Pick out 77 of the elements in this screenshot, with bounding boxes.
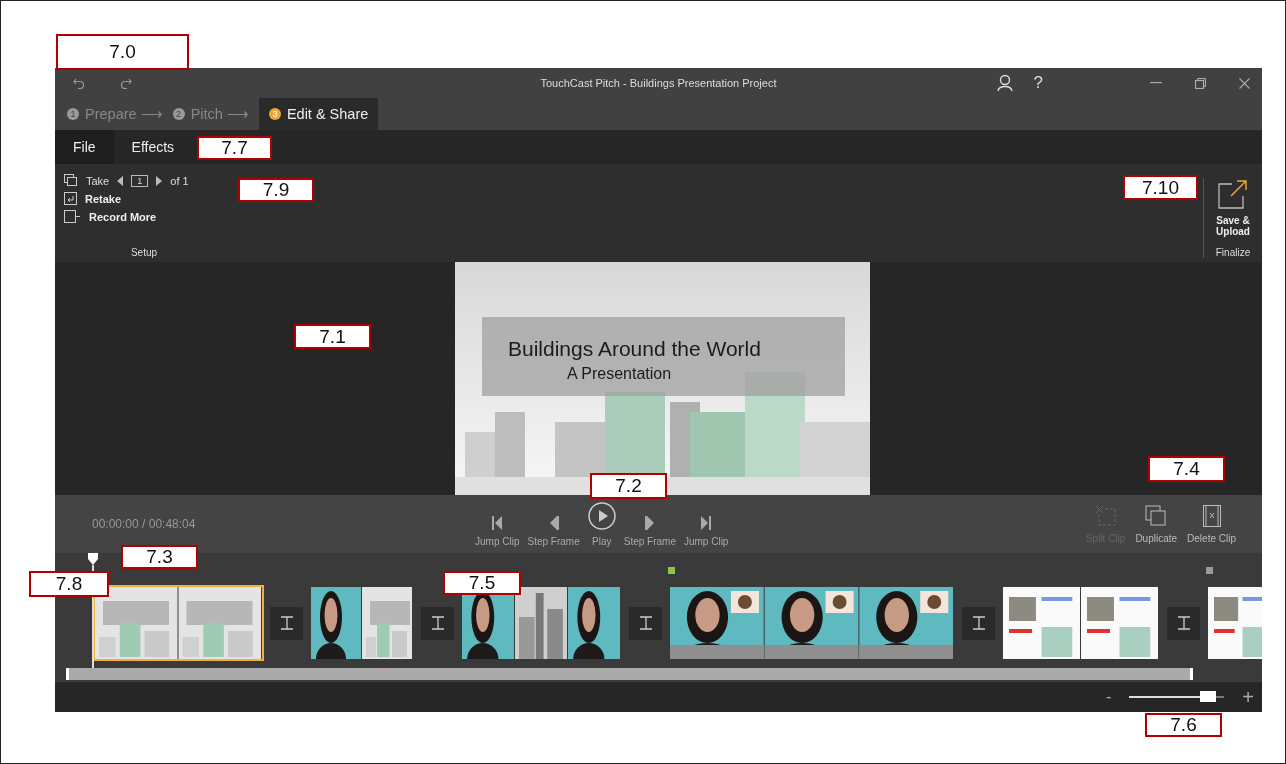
take-label: Take <box>86 174 110 187</box>
i-beam-icon <box>279 616 294 630</box>
step-forward-icon <box>644 516 655 530</box>
previous-take-icon[interactable] <box>117 175 124 186</box>
export-icon <box>1218 178 1248 210</box>
video-clip[interactable] <box>1206 585 1262 661</box>
callout-label: 7.10 <box>1123 175 1198 200</box>
step-tab[interactable]: 2 Pitch ⟶ <box>172 98 259 130</box>
minimize-icon[interactable] <box>1150 82 1162 84</box>
step-label: Edit & Share <box>286 106 369 122</box>
callout-label: 7.6 <box>1145 713 1222 737</box>
retake-button[interactable]: Retake <box>64 192 122 205</box>
callout-label: 7.3 <box>121 545 198 569</box>
callout-label: 7.8 <box>29 571 109 597</box>
clip-action-button[interactable]: Duplicate <box>1131 504 1182 544</box>
account-icon[interactable] <box>996 74 1013 92</box>
menu-tab[interactable]: Effects <box>113 130 193 164</box>
delete-clip-icon <box>1202 504 1221 527</box>
clip-action-button[interactable]: Delete Clip <box>1183 504 1240 544</box>
scrollbar-thumb[interactable] <box>66 668 1193 680</box>
transition-button[interactable] <box>421 606 454 640</box>
transition-button[interactable] <box>629 606 662 640</box>
transition-button[interactable] <box>1167 606 1200 640</box>
save-upload-button[interactable]: Save & Upload <box>1211 178 1255 237</box>
step-label: Pitch ⟶ <box>190 106 249 122</box>
i-beam-icon <box>430 616 445 630</box>
step-tab[interactable]: 3 Edit & Share <box>258 98 379 130</box>
callout-label: 7.9 <box>238 178 314 202</box>
undo-icon[interactable] <box>73 77 85 89</box>
transport-button[interactable]: Step Frame <box>619 501 680 547</box>
callout-label: 7.2 <box>590 473 667 499</box>
i-beam-icon <box>971 616 986 630</box>
record-more-button[interactable]: Record More <box>64 210 157 223</box>
zoom-in-button[interactable]: + <box>1242 685 1254 709</box>
zoom-out-button[interactable]: - <box>1106 688 1112 706</box>
callout-label: 7.7 <box>197 136 272 160</box>
redo-icon[interactable] <box>120 77 132 89</box>
transport-button[interactable]: Step Frame <box>523 501 584 547</box>
time-readout: 00:00:00 / 00:48:04 <box>92 517 196 531</box>
transport-button[interactable]: Play <box>583 501 620 547</box>
skip-forward-icon <box>701 516 712 530</box>
step-number: 1 <box>67 108 79 120</box>
take-number-field[interactable]: 1 <box>131 174 149 187</box>
i-beam-icon <box>1176 616 1191 630</box>
takes-icon <box>64 174 78 187</box>
step-label: Prepare ⟶ <box>85 106 163 122</box>
split-icon <box>1094 504 1117 527</box>
group-label: Setup <box>130 247 159 258</box>
close-icon[interactable] <box>1239 77 1250 89</box>
slide-subtitle: A Presentation <box>567 365 673 383</box>
step-back-icon <box>548 516 559 530</box>
group-label: Finalize <box>1215 247 1251 258</box>
skip-back-icon <box>492 516 503 530</box>
record-more-icon <box>64 210 81 223</box>
step-number: 2 <box>172 108 185 120</box>
i-beam-icon <box>638 616 653 630</box>
callout-label: 7.4 <box>1148 456 1225 482</box>
duplicate-icon <box>1145 504 1168 527</box>
callout-label: 7.0 <box>56 34 189 70</box>
restore-icon[interactable] <box>1195 77 1206 89</box>
help-button[interactable]: ? <box>1033 73 1043 93</box>
playhead-handle[interactable] <box>88 553 98 565</box>
slider-thumb[interactable] <box>1200 691 1217 702</box>
menu-tab[interactable]: File <box>55 130 114 164</box>
transport-button[interactable]: Jump Clip <box>471 501 524 547</box>
transition-button[interactable] <box>962 606 995 640</box>
next-take-icon[interactable] <box>156 175 163 186</box>
play-icon <box>587 502 616 530</box>
callout-label: 7.1 <box>294 324 371 349</box>
window-title: TouchCast Pitch - Buildings Presentation Project <box>540 77 777 89</box>
step-tab[interactable]: 1 Prepare ⟶ <box>67 98 173 130</box>
retake-icon <box>64 192 77 205</box>
transport-button[interactable]: Jump Clip <box>679 501 733 547</box>
step-number: 3 <box>268 108 281 120</box>
slide-title: Buildings Around the World <box>508 337 762 361</box>
transition-button[interactable] <box>270 606 303 640</box>
take-count: of 1 <box>170 174 189 187</box>
